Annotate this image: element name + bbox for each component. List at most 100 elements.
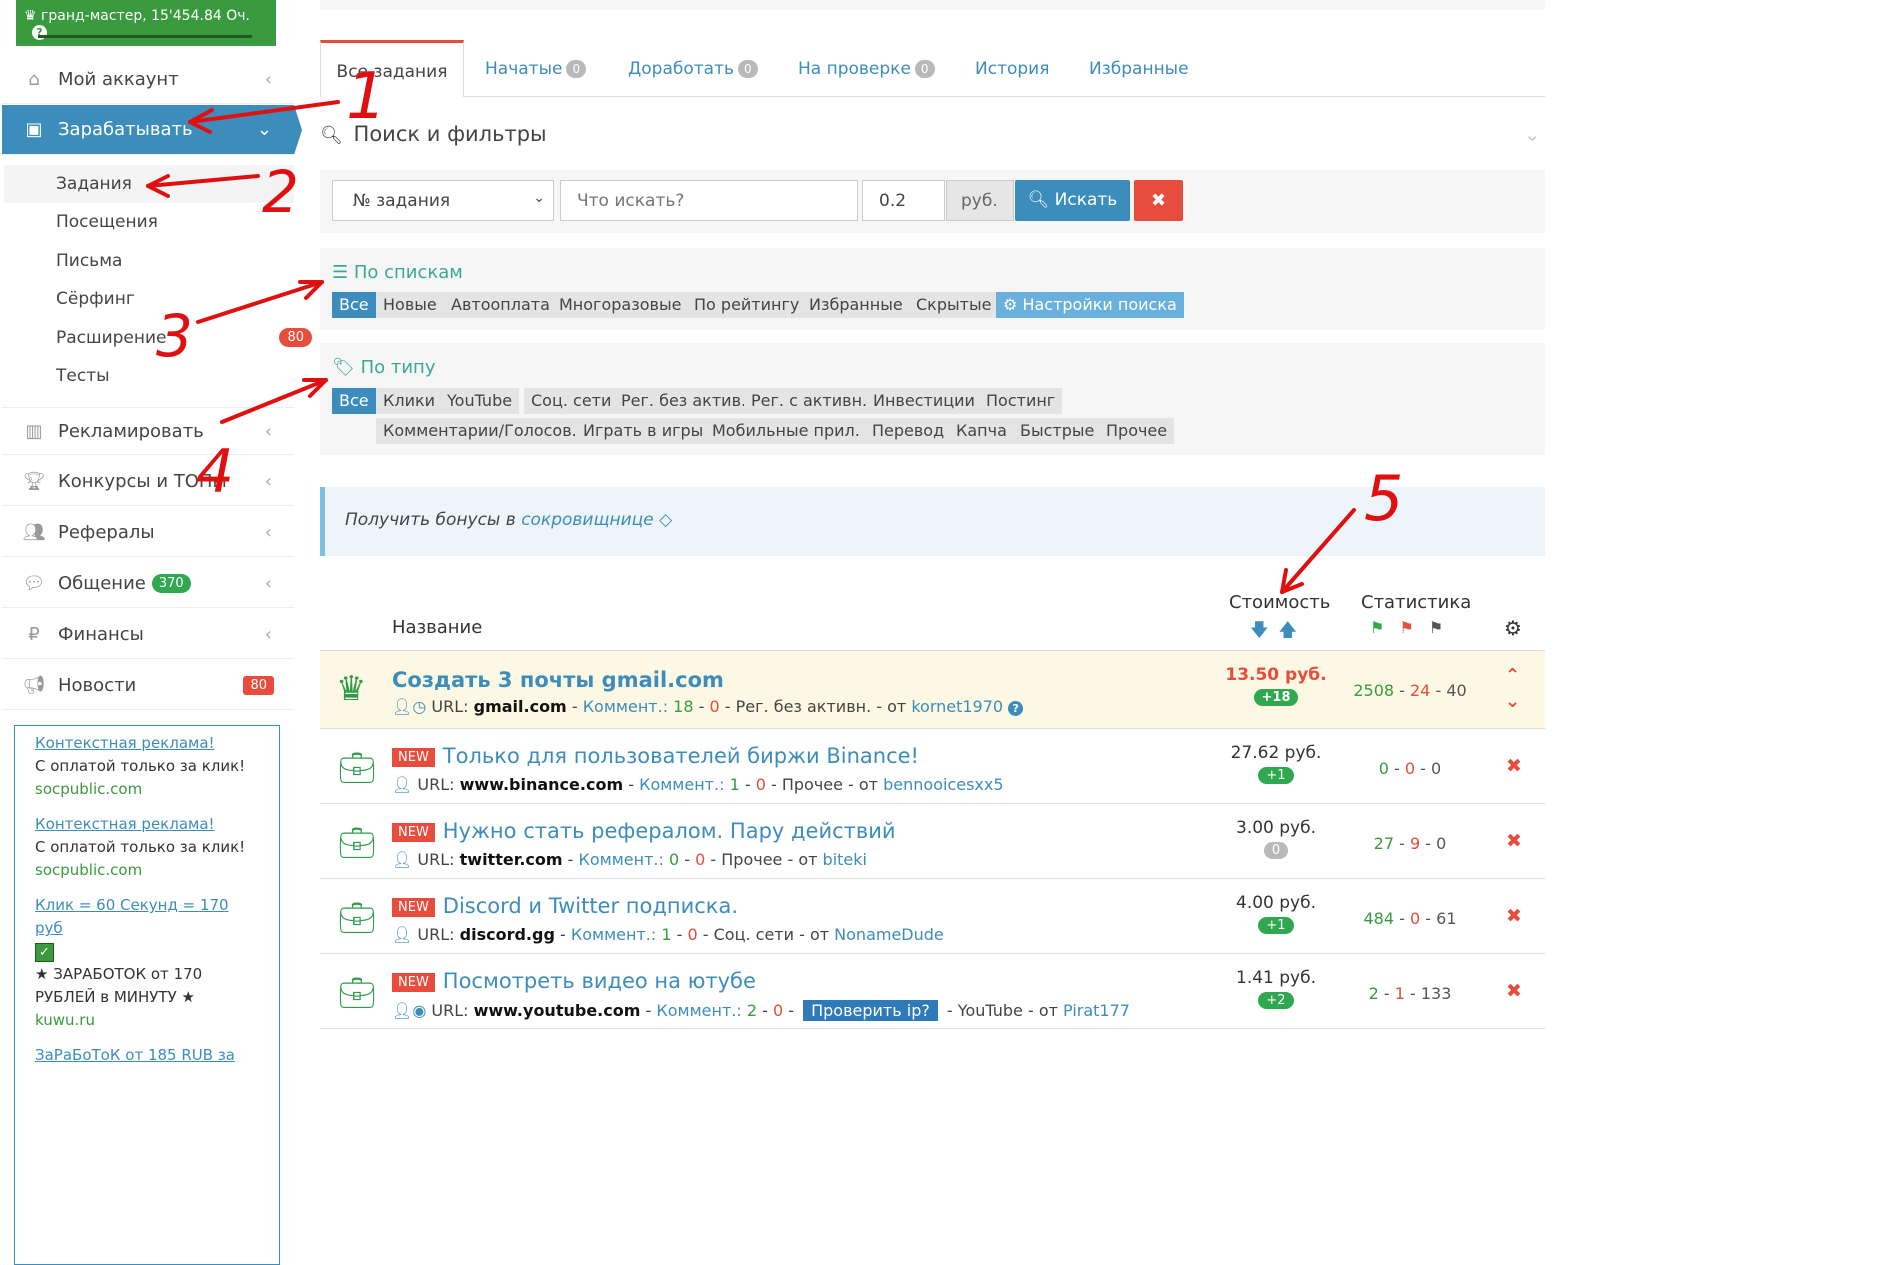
gears-icon[interactable]: ⚙ bbox=[1504, 616, 1522, 640]
menu-item-finance[interactable]: ₽ Финансы ‹ bbox=[2, 611, 294, 659]
green-flag-icon: ⚑ bbox=[1370, 618, 1385, 637]
task-title[interactable]: NEW Нужно стать рефералом. Пару действий bbox=[392, 819, 896, 843]
search-button[interactable]: 🔍︎ Искать bbox=[1015, 180, 1130, 221]
type-chip-translate[interactable]: Перевод bbox=[865, 418, 952, 444]
tab-rework[interactable]: Доработать 0 bbox=[628, 40, 758, 96]
task-author[interactable]: kornet1970 bbox=[911, 697, 1003, 716]
chevron-down-icon[interactable]: ⌄ bbox=[1524, 122, 1541, 146]
menu-item-earn[interactable]: ▣ Зарабатывать ⌄ bbox=[2, 105, 302, 155]
list-chip-reusable[interactable]: Многоразовые bbox=[552, 292, 689, 318]
task-price: 4.00 руб. +1 bbox=[1216, 893, 1336, 934]
task-price: 13.50 руб. +18 bbox=[1216, 665, 1336, 706]
tab-started[interactable]: Начатые 0 bbox=[485, 40, 587, 96]
ad-site[interactable]: socpublic.com bbox=[35, 859, 259, 882]
ad-link[interactable]: Клик = 60 Секунд = 170 руб bbox=[35, 894, 259, 940]
task-title[interactable]: NEW Discord и Twitter подписка. bbox=[392, 894, 738, 918]
ad-site[interactable]: kuwu.ru bbox=[35, 1009, 259, 1032]
task-title[interactable]: Создать 3 почты gmail.com bbox=[392, 668, 724, 692]
ad-link[interactable]: Контекстная реклама! bbox=[35, 813, 259, 836]
tab-review[interactable]: На проверке 0 bbox=[798, 40, 935, 96]
submenu-item-letters[interactable]: Письма bbox=[56, 251, 122, 271]
type-chip-fast[interactable]: Быстрые bbox=[1013, 418, 1102, 444]
ad-link[interactable]: Контекстная реклама! bbox=[35, 732, 259, 755]
task-author[interactable]: NonameDude bbox=[834, 925, 944, 944]
table-row[interactable]: 💼︎ NEW Нужно стать рефералом. Пару действ… bbox=[320, 803, 1545, 878]
close-icon[interactable]: ✖ bbox=[1506, 830, 1522, 852]
type-chip-invest[interactable]: Инвестиции bbox=[866, 388, 982, 414]
type-chip-games[interactable]: Играть в игры bbox=[576, 418, 711, 444]
menu-item-account[interactable]: ⌂ Мой аккаунт ‹ bbox=[2, 56, 294, 104]
table-row[interactable]: 💼︎ NEW Discord и Twitter подписка. 👤︎ URL… bbox=[320, 878, 1545, 953]
comments-label[interactable]: Коммент.: bbox=[639, 775, 724, 794]
list-chip-hidden[interactable]: Скрытые bbox=[909, 292, 999, 318]
search-input[interactable] bbox=[560, 180, 858, 221]
task-author[interactable]: bennooicesxx5 bbox=[883, 775, 1003, 794]
ad-site[interactable]: socpublic.com bbox=[35, 778, 259, 801]
menu-item-referrals[interactable]: 👥︎ Рефералы ‹ bbox=[2, 509, 294, 557]
stat-done: 27 bbox=[1373, 834, 1395, 853]
type-chip-reg-active[interactable]: Рег. с активн. bbox=[744, 388, 875, 414]
task-author[interactable]: Pirat177 bbox=[1063, 1001, 1130, 1020]
task-title[interactable]: NEW Только для пользователей биржи Binanc… bbox=[392, 744, 919, 768]
type-chip-captcha[interactable]: Капча bbox=[949, 418, 1014, 444]
submenu-item-extension[interactable]: Расширение 80 bbox=[56, 328, 312, 348]
type-chip-social[interactable]: Соц. сети bbox=[524, 388, 619, 414]
type-chip-comments[interactable]: Комментарии/Голосов. bbox=[376, 418, 584, 444]
submenu-item-visits[interactable]: Посещения bbox=[56, 212, 158, 232]
tab-history[interactable]: История bbox=[975, 40, 1049, 96]
menu-item-advertise[interactable]: ▥ Рекламировать ‹ bbox=[2, 407, 294, 455]
menu-item-contests[interactable]: 🏆︎ Конкурсы и ТОПы ‹ bbox=[2, 458, 294, 506]
task-title[interactable]: NEW Посмотреть видео на ютубе bbox=[392, 969, 756, 993]
comments-label[interactable]: Коммент.: bbox=[571, 925, 656, 944]
sort-desc-icon[interactable]: 🡇 bbox=[1250, 620, 1279, 641]
close-icon[interactable]: ✖ bbox=[1506, 980, 1522, 1002]
search-settings-button[interactable]: ⚙ Настройки поиска bbox=[996, 292, 1184, 318]
type-chip-clicks[interactable]: Клики bbox=[376, 388, 443, 414]
price-badge: +18 bbox=[1253, 689, 1299, 706]
list-chip-all[interactable]: Все bbox=[332, 292, 376, 318]
briefcase-icon: 💼︎ bbox=[338, 751, 377, 786]
rank-bar[interactable]: ♛ гранд-мастер, 15'454.84 Оч. ? bbox=[16, 0, 276, 46]
table-row[interactable]: 💼︎ NEW Только для пользователей биржи Bin… bbox=[320, 728, 1545, 803]
type-chip-reg-noactive[interactable]: Рег. без актив. bbox=[614, 388, 754, 414]
treasury-link[interactable]: сокровищнице bbox=[521, 510, 653, 530]
clear-button[interactable]: ✖ bbox=[1134, 180, 1183, 221]
menu-item-chat[interactable]: 💬︎ Общение 370 ‹ bbox=[2, 560, 294, 608]
type-chip-other[interactable]: Прочее bbox=[1099, 418, 1175, 444]
ruble-icon: ₽ bbox=[28, 624, 40, 645]
list-chip-favorites[interactable]: Избранные bbox=[802, 292, 910, 318]
stat-done: 0 bbox=[1378, 759, 1389, 778]
table-row[interactable]: ♛ Создать 3 почты gmail.com 👤︎◷ URL: gma… bbox=[320, 650, 1545, 728]
tab-favorites[interactable]: Избранные bbox=[1089, 40, 1189, 96]
list-chip-new[interactable]: Новые bbox=[376, 292, 444, 318]
submenu-item-surfing[interactable]: Сёрфинг bbox=[56, 289, 135, 309]
type-chip-all[interactable]: Все bbox=[332, 388, 376, 414]
list-chip-autopay[interactable]: Автооплата bbox=[444, 292, 557, 318]
select-value: № задания bbox=[353, 191, 451, 211]
min-price-input[interactable] bbox=[862, 180, 945, 221]
table-row[interactable]: 💼︎ NEW Посмотреть видео на ютубе 👤︎◉ URL:… bbox=[320, 953, 1545, 1029]
submenu-item-tasks[interactable]: Задания bbox=[4, 165, 294, 203]
sort-asc-icon[interactable]: 🡅 bbox=[1279, 620, 1308, 641]
help-icon[interactable]: ? bbox=[1008, 701, 1024, 716]
chevron-down-icon[interactable]: ⌄ bbox=[1505, 689, 1520, 715]
close-icon[interactable]: ✖ bbox=[1506, 755, 1522, 777]
type-chip-mobile[interactable]: Мобильные прил. bbox=[705, 418, 867, 444]
comments-label[interactable]: Коммент.: bbox=[579, 850, 664, 869]
menu-item-news[interactable]: 📢︎ Новости 80 bbox=[2, 662, 294, 710]
comments-label[interactable]: Коммент.: bbox=[656, 1001, 741, 1020]
list-chip-rating[interactable]: По рейтингу bbox=[687, 292, 807, 318]
check-ip-button[interactable]: Проверить ip? bbox=[803, 1000, 938, 1021]
tab-all-tasks[interactable]: Все задания bbox=[320, 40, 464, 97]
type-chip-youtube[interactable]: YouTube bbox=[440, 388, 520, 414]
type-chip-posting[interactable]: Постинг bbox=[979, 388, 1063, 414]
ad-link[interactable]: ЗаРаБоТоК от 185 RUB за bbox=[35, 1044, 259, 1067]
tab-label: Начатые bbox=[485, 59, 563, 79]
task-author[interactable]: biteki bbox=[823, 850, 867, 869]
chevron-up-icon[interactable]: ⌃ bbox=[1505, 663, 1520, 689]
comments-label[interactable]: Коммент.: bbox=[583, 697, 668, 716]
search-field-select[interactable]: № задания ⌄ bbox=[332, 180, 554, 221]
filters-title[interactable]: 🔍︎ Поиск и фильтры bbox=[320, 122, 547, 146]
submenu-item-tests[interactable]: Тесты bbox=[56, 366, 110, 386]
close-icon[interactable]: ✖ bbox=[1506, 905, 1522, 927]
